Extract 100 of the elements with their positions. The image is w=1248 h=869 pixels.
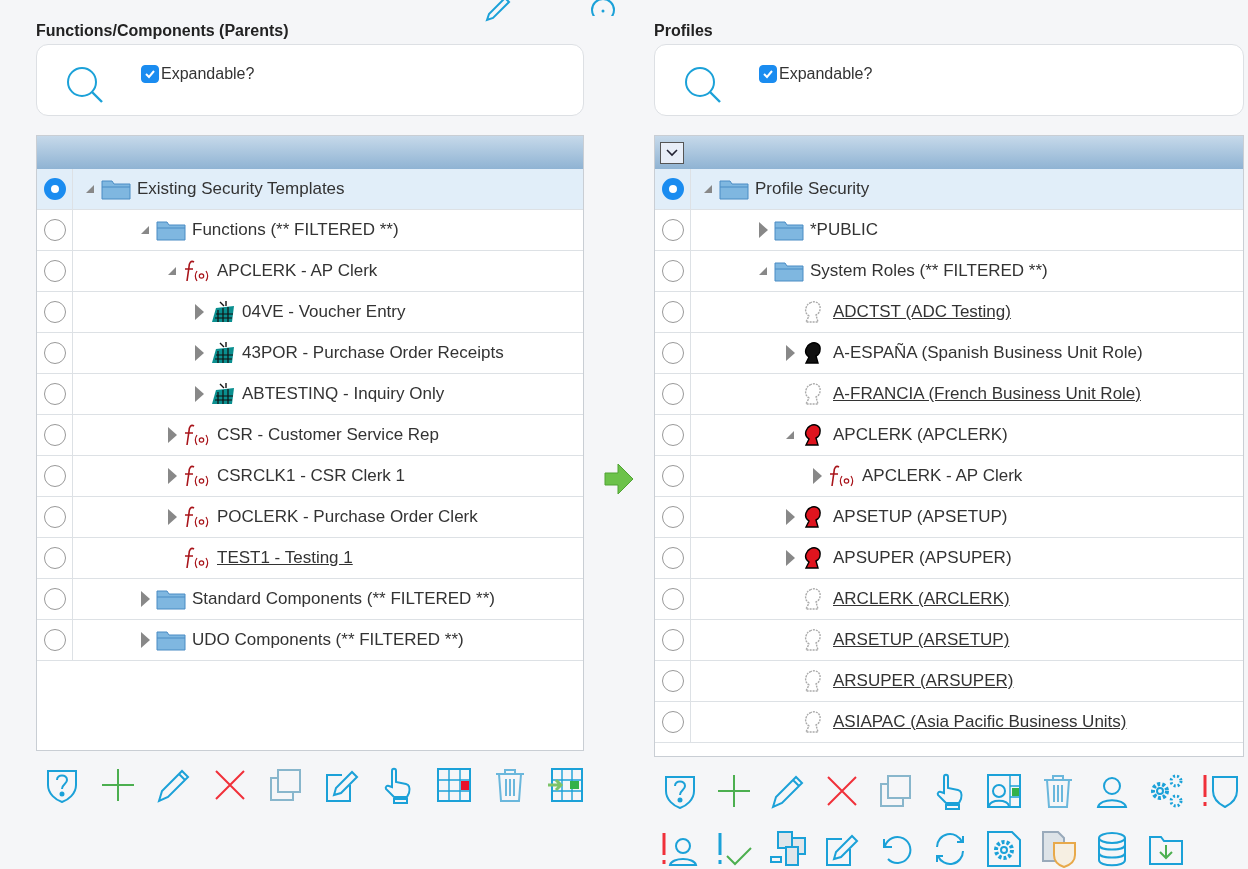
node-link[interactable]: ARSUPER (ARSUPER) (833, 671, 1014, 691)
radio-button[interactable] (661, 219, 684, 241)
collapsed-triangle-icon[interactable] (167, 509, 177, 525)
radio-button[interactable] (43, 219, 66, 241)
expanded-triangle-icon[interactable] (703, 184, 713, 194)
tree-row[interactable]: A-FRANCIA (French Business Unit Role) (655, 374, 1243, 415)
tree-row[interactable]: ARSETUP (ARSETUP) (655, 620, 1243, 661)
pencil-icon[interactable] (485, 0, 511, 22)
expanded-triangle-icon[interactable] (85, 184, 95, 194)
radio-button[interactable] (43, 506, 66, 528)
tree-row[interactable]: APSUPER (APSUPER) (655, 538, 1243, 579)
radio-button[interactable] (661, 629, 684, 651)
collapsed-triangle-icon[interactable] (758, 222, 768, 238)
radio-button[interactable] (661, 711, 684, 733)
function-grid-icon[interactable] (434, 765, 474, 805)
collapsed-triangle-icon[interactable] (194, 386, 204, 402)
tree-row[interactable]: APCLERK - AP Clerk (655, 456, 1243, 497)
radio-button[interactable] (43, 260, 66, 282)
checkbox-label: Expandable? (779, 65, 873, 83)
settings-document-icon[interactable] (984, 829, 1024, 869)
radio-button[interactable] (43, 588, 66, 610)
tree-row[interactable]: Functions (** FILTERED **) (37, 210, 583, 251)
devices-icon[interactable] (768, 829, 808, 869)
search-icon[interactable] (65, 65, 105, 105)
tree-row[interactable]: CSR - Customer Service Rep (37, 415, 583, 456)
tree-row[interactable]: APCLERK - AP Clerk (37, 251, 583, 292)
node-link[interactable]: ARSETUP (ARSETUP) (833, 630, 1010, 650)
radio-button[interactable] (661, 588, 684, 610)
search-icon[interactable] (683, 65, 723, 105)
expanded-triangle-icon[interactable] (758, 266, 768, 276)
node-link[interactable]: A-FRANCIA (French Business Unit Role) (833, 384, 1141, 404)
checkbox[interactable] (759, 65, 777, 83)
collapsed-triangle-icon[interactable] (140, 591, 150, 607)
tree-row[interactable]: CSRCLK1 - CSR Clerk 1 (37, 456, 583, 497)
node-link[interactable]: ADCTST (ADC Testing) (833, 302, 1011, 322)
radio-button[interactable] (661, 465, 684, 487)
radio-button[interactable] (43, 383, 66, 405)
collapsed-triangle-icon[interactable] (194, 345, 204, 361)
radio-button[interactable] (43, 629, 66, 651)
tree-row[interactable]: APCLERK (APCLERK) (655, 415, 1243, 456)
radio-button[interactable] (661, 670, 684, 692)
tree-row[interactable]: A-ESPAÑA (Spanish Business Unit Role) (655, 333, 1243, 374)
node-label: APCLERK - AP Clerk (217, 261, 378, 281)
check-icon (144, 68, 156, 80)
radio-button[interactable] (43, 424, 66, 446)
radio-button[interactable] (661, 547, 684, 569)
node-link[interactable]: ARCLERK (ARCLERK) (833, 589, 1010, 609)
node-label: A-ESPAÑA (Spanish Business Unit Role) (833, 343, 1143, 363)
tree-row[interactable]: Existing Security Templates (37, 169, 583, 210)
radio-button[interactable] (661, 424, 684, 446)
node-link[interactable]: ASIAPAC (Asia Pacific Business Units) (833, 712, 1127, 732)
tree-row[interactable]: *PUBLIC (655, 210, 1243, 251)
radio-button[interactable] (43, 342, 66, 364)
person-grid-icon[interactable] (984, 771, 1024, 811)
radio-button[interactable] (661, 342, 684, 364)
node-label: CSRCLK1 - CSR Clerk 1 (217, 466, 405, 486)
tree-row[interactable]: ABTESTINQ - Inquiry Only (37, 374, 583, 415)
collapsed-triangle-icon[interactable] (167, 427, 177, 443)
expanded-triangle-icon[interactable] (140, 225, 150, 235)
expanded-triangle-icon[interactable] (167, 266, 177, 276)
radio-button[interactable] (661, 506, 684, 528)
collapsed-triangle-icon[interactable] (140, 632, 150, 648)
tree-row[interactable]: ADCTST (ADC Testing) (655, 292, 1243, 333)
collapse-all-button[interactable] (660, 141, 684, 164)
checkbox-label: Expandable? (161, 65, 255, 83)
radio-button[interactable] (661, 383, 684, 405)
node-label: APSETUP (APSETUP) (833, 507, 1008, 527)
radio-button[interactable] (43, 547, 66, 569)
help-icon[interactable] (590, 0, 616, 16)
tree-row[interactable]: ARCLERK (ARCLERK) (655, 579, 1243, 620)
grid-arrow-icon[interactable] (546, 765, 586, 805)
radio-button[interactable] (43, 178, 66, 200)
tree-row[interactable]: 04VE - Voucher Entry (37, 292, 583, 333)
collapsed-triangle-icon[interactable] (167, 468, 177, 484)
tree-row[interactable]: System Roles (** FILTERED **) (655, 251, 1243, 292)
tree-row[interactable]: 43POR - Purchase Order Receipts (37, 333, 583, 374)
radio-button[interactable] (43, 301, 66, 323)
radio-button[interactable] (661, 301, 684, 323)
tree-row[interactable]: Standard Components (** FILTERED **) (37, 579, 583, 620)
collapsed-triangle-icon[interactable] (785, 509, 795, 525)
checkbox[interactable] (141, 65, 159, 83)
radio-button[interactable] (43, 465, 66, 487)
radio-button[interactable] (661, 260, 684, 282)
node-link[interactable]: TEST1 - Testing 1 (217, 548, 353, 568)
node-label: 04VE - Voucher Entry (242, 302, 406, 322)
collapsed-triangle-icon[interactable] (812, 468, 822, 484)
collapsed-triangle-icon[interactable] (194, 304, 204, 320)
collapsed-triangle-icon[interactable] (785, 345, 795, 361)
tree-row[interactable]: UDO Components (** FILTERED **) (37, 620, 583, 661)
tree-row[interactable]: APSETUP (APSETUP) (655, 497, 1243, 538)
tree-row[interactable]: POCLERK - Purchase Order Clerk (37, 497, 583, 538)
node-label: Standard Components (** FILTERED **) (192, 589, 495, 609)
radio-button[interactable] (661, 178, 684, 200)
tree-row[interactable]: ARSUPER (ARSUPER) (655, 661, 1243, 702)
collapsed-triangle-icon[interactable] (785, 550, 795, 566)
expanded-triangle-icon[interactable] (785, 430, 795, 440)
tree-row[interactable]: TEST1 - Testing 1 (37, 538, 583, 579)
tree-row[interactable]: Profile Security (655, 169, 1243, 210)
tree-row[interactable]: ASIAPAC (Asia Pacific Business Units) (655, 702, 1243, 743)
node-label: *PUBLIC (810, 220, 879, 240)
